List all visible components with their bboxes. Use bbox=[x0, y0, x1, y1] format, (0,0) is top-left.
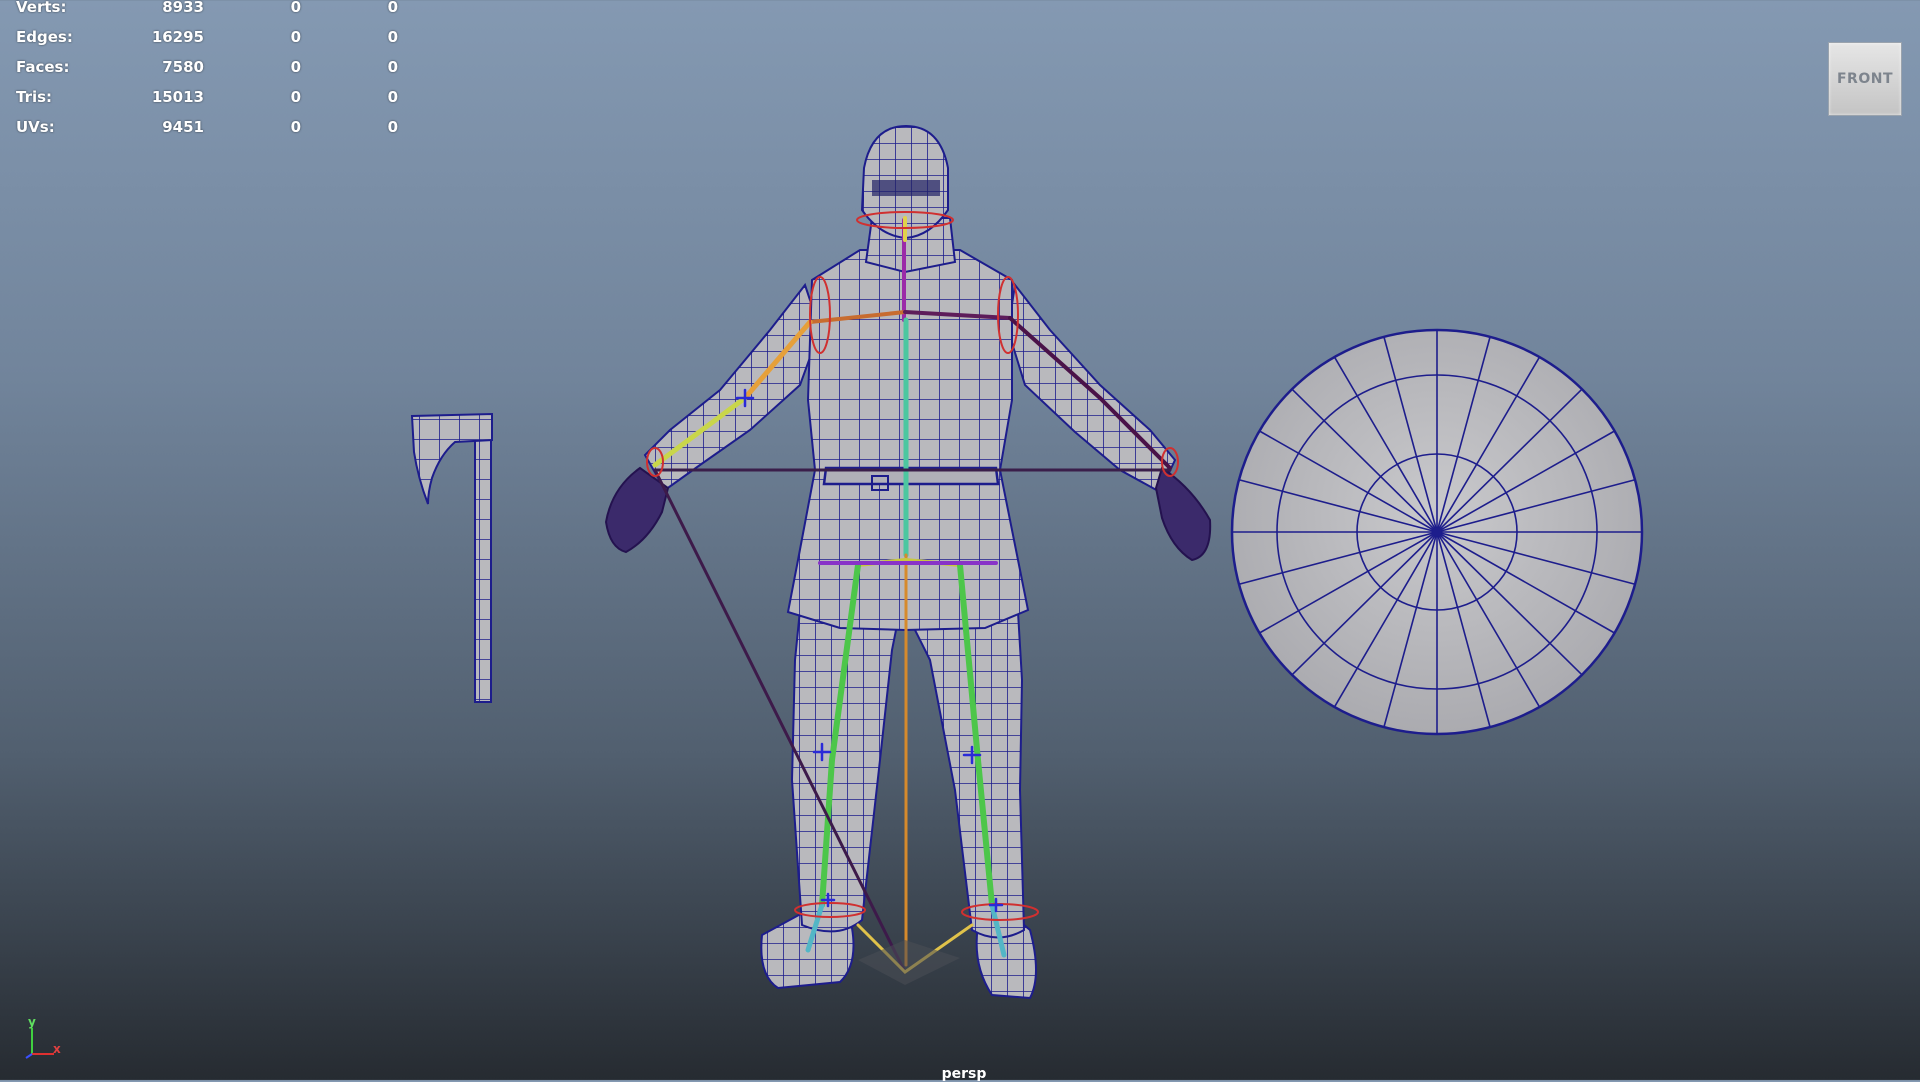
axis-y-label: y bbox=[28, 1015, 36, 1029]
view-cube[interactable]: FRONT bbox=[1828, 42, 1902, 116]
axis-gizmo-icon: y x bbox=[25, 1015, 61, 1059]
axis-x-label: x bbox=[53, 1042, 61, 1056]
shield-mesh[interactable] bbox=[1230, 328, 1644, 736]
axe-mesh[interactable] bbox=[410, 412, 493, 703]
view-cube-label: FRONT bbox=[1836, 71, 1893, 87]
viewport-scene[interactable] bbox=[0, 0, 1920, 1080]
